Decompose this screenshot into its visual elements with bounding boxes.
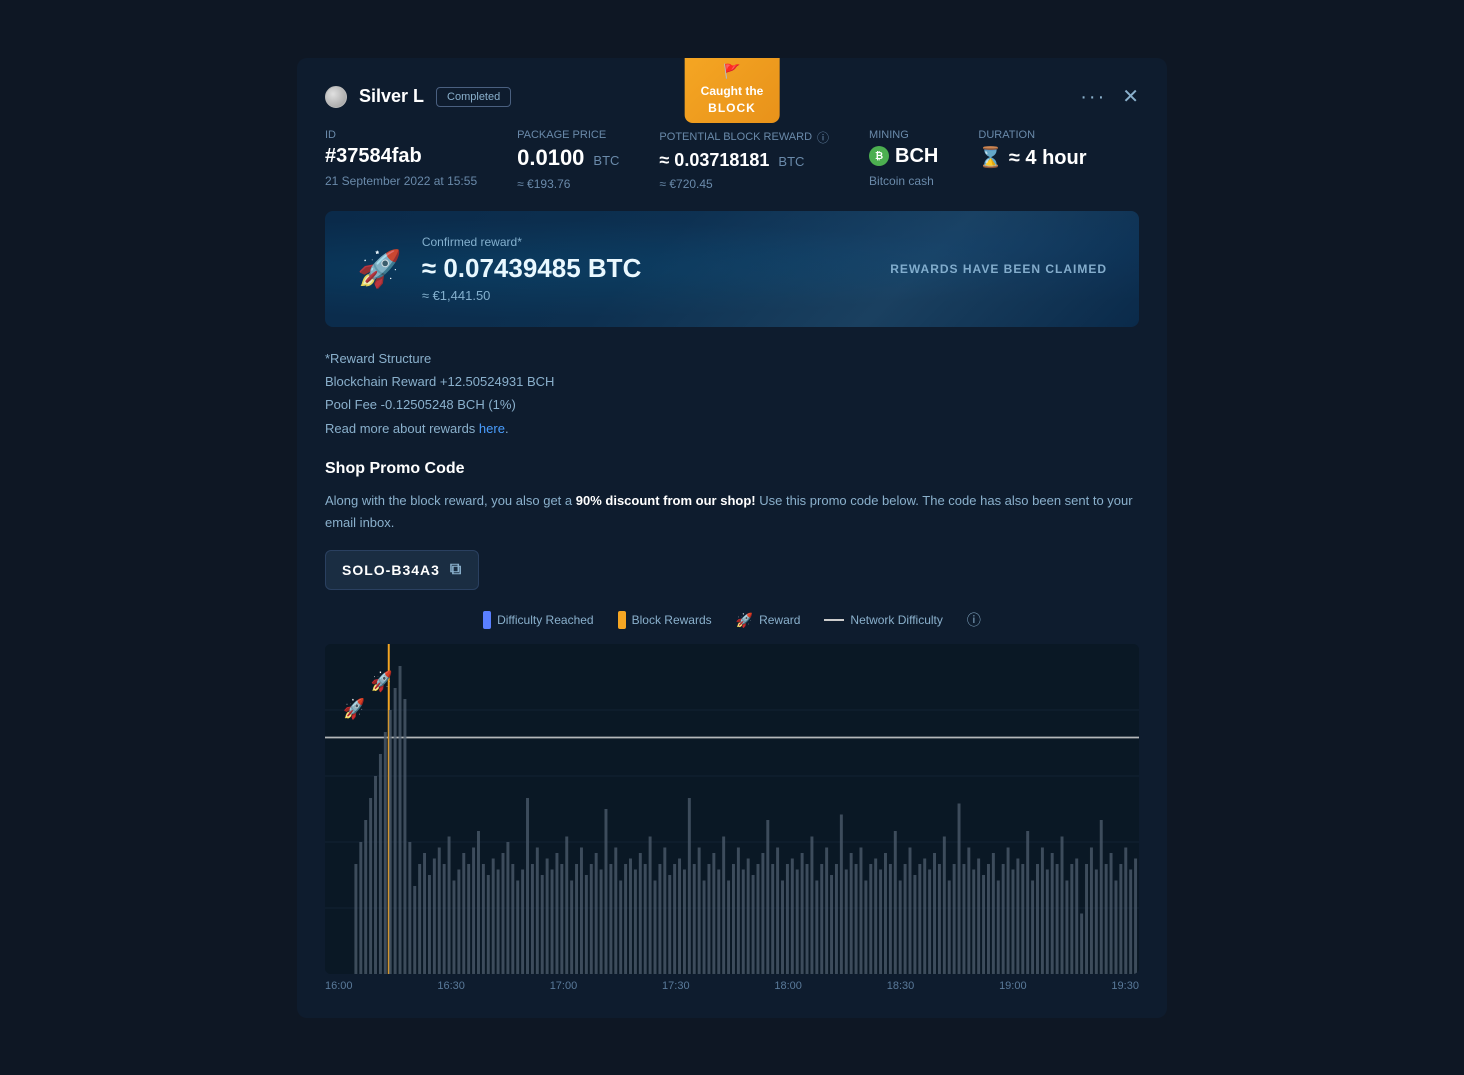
chart-section: Difficulty Reached Block Rewards 🚀 Rewar… (297, 610, 1167, 1017)
mining-row: ₿ BCH (869, 145, 938, 168)
claimed-label: REWARDS HAVE BEEN CLAIMED (890, 262, 1107, 276)
reward-blockchain: Blockchain Reward +12.50524931 BCH (325, 370, 1139, 393)
info-grid: ID #37584fab 21 September 2022 at 15:55 … (297, 109, 1167, 211)
read-more-prefix: Read more about rewards (325, 421, 479, 436)
bch-icon: ₿ (869, 146, 889, 166)
legend-difficulty-reached: Difficulty Reached (483, 611, 594, 629)
confirmed-amount: ≈ 0.07439485 BTC (422, 253, 642, 284)
read-more-row: Read more about rewards here. (325, 417, 1139, 440)
duration-col: Duration ⌛ ≈ 4 hour (978, 129, 1086, 191)
potential-currency: BTC (778, 154, 804, 169)
modal-overlay: 🚩 Caught the BLOCK Silver L Completed ··… (0, 0, 1464, 1075)
legend-block-label: Block Rewards (632, 613, 712, 627)
potential-value-row: ≈ 0.03718181 BTC (659, 150, 829, 171)
caught-block-badge: 🚩 Caught the BLOCK (685, 58, 780, 123)
reward-structure: *Reward Structure Blockchain Reward +12.… (297, 347, 1167, 461)
caught-line2: BLOCK (708, 100, 756, 117)
legend-network-difficulty: Network Difficulty (824, 613, 942, 627)
id-value: #37584fab (325, 145, 477, 168)
chart-area: 🚀 🚀 (325, 644, 1139, 974)
banner-text: Confirmed reward* ≈ 0.07439485 BTC ≈ €1,… (422, 235, 642, 303)
time-1730: 17:30 (662, 980, 690, 992)
reward-pool-fee: Pool Fee -0.12505248 BCH (1%) (325, 393, 1139, 416)
time-1630: 16:30 (437, 980, 465, 992)
confirmed-banner: 🚀 Confirmed reward* ≈ 0.07439485 BTC ≈ €… (325, 211, 1139, 327)
copy-icon[interactable]: ⧉ (450, 561, 462, 579)
legend-dot-orange (618, 611, 626, 629)
time-1800: 18:00 (774, 980, 802, 992)
mining-name: Bitcoin cash (869, 174, 938, 188)
time-1930: 19:30 (1111, 980, 1139, 992)
potential-value: ≈ 0.03718181 (659, 150, 769, 171)
potential-col: Potential Block Reward ⓘ ≈ 0.03718181 BT… (659, 129, 829, 191)
chart-rocket-2: 🚀 (343, 698, 365, 721)
potential-eur: ≈ €720.45 (659, 177, 829, 191)
legend-reward-label: Reward (759, 613, 800, 627)
promo-desc: Along with the block reward, you also ge… (325, 490, 1139, 534)
chart-info-icon[interactable]: ⓘ (967, 610, 981, 630)
rocket-legend-icon: 🚀 (736, 612, 753, 629)
time-1900: 19:00 (999, 980, 1027, 992)
promo-bold: 90% discount from our shop! (576, 493, 756, 508)
promo-title: Shop Promo Code (325, 460, 1139, 478)
time-1830: 18:30 (887, 980, 915, 992)
id-col: ID #37584fab 21 September 2022 at 15:55 (325, 129, 477, 191)
user-name: Silver L (359, 86, 424, 107)
chart-time-row: 16:00 16:30 17:00 17:30 18:00 18:30 19:0… (325, 974, 1139, 998)
package-value: 0.0100 (517, 145, 584, 171)
legend-difficulty-label: Difficulty Reached (497, 613, 594, 627)
confirmed-eur: ≈ €1,441.50 (422, 288, 642, 303)
chart-rocket-1: 🚀 (371, 670, 393, 693)
info-icon: ⓘ (817, 129, 829, 146)
time-1600: 16:00 (325, 980, 353, 992)
package-currency: BTC (593, 153, 619, 168)
rocket-icon: 🚀 (357, 248, 402, 290)
promo-code: SOLO-B34A3 (342, 562, 440, 578)
header-right: ··· ✕ (1080, 86, 1139, 109)
flag-icon: 🚩 (723, 62, 740, 82)
read-more-link[interactable]: here (479, 421, 505, 436)
status-badge: Completed (436, 87, 511, 107)
mining-label: Mining (869, 129, 938, 141)
close-button[interactable]: ✕ (1122, 87, 1139, 107)
legend-dot-blue (483, 611, 491, 629)
header-left: Silver L Completed (325, 86, 511, 108)
package-col: Package Price 0.0100 BTC ≈ €193.76 (517, 129, 619, 191)
legend-line (824, 619, 844, 621)
duration-value: ⌛ ≈ 4 hour (978, 145, 1086, 170)
time-1700: 17:00 (550, 980, 578, 992)
mining-col: Mining ₿ BCH Bitcoin cash (869, 129, 938, 191)
caught-line1: Caught the (701, 83, 764, 100)
duration-label: Duration (978, 129, 1086, 141)
id-date: 21 September 2022 at 15:55 (325, 174, 477, 188)
package-eur: ≈ €193.76 (517, 177, 619, 191)
potential-label: Potential Block Reward (659, 131, 812, 143)
promo-code-box: SOLO-B34A3 ⧉ (325, 550, 479, 590)
banner-left: 🚀 Confirmed reward* ≈ 0.07439485 BTC ≈ €… (357, 235, 641, 303)
user-avatar (325, 86, 347, 108)
more-options-button[interactable]: ··· (1080, 86, 1106, 109)
package-label: Package Price (517, 129, 619, 141)
legend-row: Difficulty Reached Block Rewards 🚀 Rewar… (325, 610, 1139, 630)
legend-block-rewards: Block Rewards (618, 611, 712, 629)
legend-network-label: Network Difficulty (850, 613, 942, 627)
confirmed-label: Confirmed reward* (422, 235, 642, 249)
promo-desc1: Along with the block reward, you also ge… (325, 493, 576, 508)
modal-container: 🚩 Caught the BLOCK Silver L Completed ··… (297, 58, 1167, 1018)
id-label: ID (325, 129, 477, 141)
promo-section: Shop Promo Code Along with the block rew… (297, 460, 1167, 610)
legend-reward: 🚀 Reward (736, 612, 801, 629)
modal-header: 🚩 Caught the BLOCK Silver L Completed ··… (297, 58, 1167, 109)
reward-structure-title: *Reward Structure (325, 347, 1139, 370)
chart-svg: 🚀 🚀 (325, 644, 1139, 974)
mining-currency: BCH (895, 145, 938, 168)
